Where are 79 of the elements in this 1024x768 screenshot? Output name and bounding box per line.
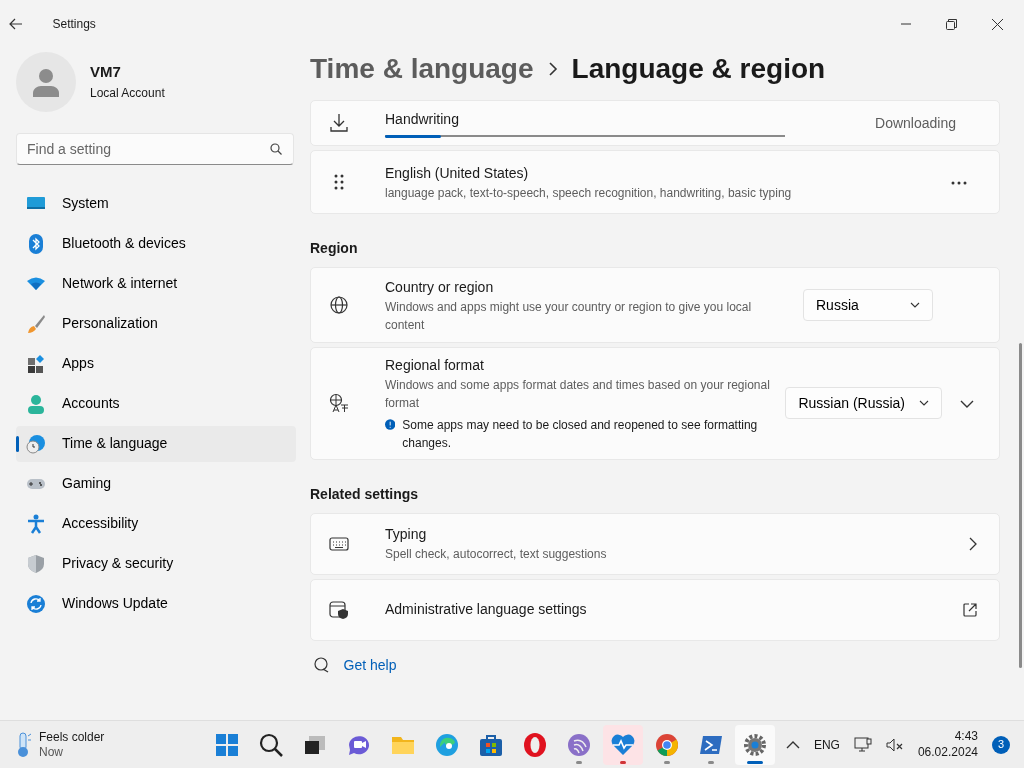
nav-item[interactable]: Accounts — [16, 385, 296, 422]
setting-title: Country or region — [385, 277, 495, 297]
caret-icon — [910, 302, 920, 308]
shield-icon — [26, 553, 46, 574]
search-icon — [270, 142, 282, 155]
more-icon — [950, 180, 967, 185]
network-icon[interactable] — [853, 736, 872, 753]
search-field[interactable]: Find a setting — [16, 132, 294, 165]
page-title: Language & region — [571, 52, 826, 86]
setting-link-card[interactable]: Administrative language settings — [310, 578, 1000, 641]
setting-link-card[interactable]: Typing Spell check, autocorrect, text suggestions — [310, 512, 1000, 575]
volume-muted-icon[interactable] — [885, 736, 904, 753]
torrent-icon — [566, 731, 592, 758]
close-icon — [992, 18, 1003, 30]
caret-icon — [919, 400, 929, 407]
nav-item[interactable]: Network & internet — [16, 265, 296, 302]
info-note: Some apps may need to be closed and reopened to see formatting changes. — [402, 416, 759, 452]
clock-time[interactable]: 4:43 — [917, 728, 978, 745]
nav-item[interactable]: Accessibility — [16, 505, 296, 542]
restore-icon — [946, 18, 957, 30]
chevron-icon — [959, 399, 974, 408]
setting-description: Windows and apps might use your country or region to give you local content — [385, 298, 753, 334]
bluetooth-icon — [26, 233, 46, 254]
download-icon — [329, 113, 349, 133]
external-link-icon — [963, 602, 977, 617]
window-title: Settings — [52, 16, 96, 33]
info-icon — [385, 418, 396, 430]
person-icon — [26, 393, 46, 414]
nav-item[interactable]: Privacy & security — [16, 545, 296, 582]
window-shield-icon — [329, 599, 349, 620]
breadcrumb-parent[interactable]: Time & language — [310, 48, 534, 90]
setting-title: Administrative language settings — [385, 600, 588, 619]
nav-item[interactable]: Gaming — [16, 465, 296, 502]
setting-title: Typing — [385, 525, 428, 544]
nav-item[interactable]: Time & language — [16, 425, 296, 462]
language-name: English (United States) — [385, 163, 530, 183]
language-feature-name: Handwriting — [385, 110, 460, 129]
section-heading: Related settings — [310, 484, 420, 504]
get-help-link[interactable]: Get help — [343, 654, 397, 676]
brush-icon — [26, 313, 46, 334]
nav-item[interactable]: Windows Update — [16, 585, 296, 622]
setting-title: Regional format — [385, 356, 485, 375]
settings-icon — [742, 731, 768, 758]
nav-item[interactable]: Personalization — [16, 305, 296, 342]
help-icon — [313, 657, 330, 673]
scrollbar[interactable] — [1019, 343, 1022, 668]
language-features: language pack, text-to-speech, speech recognition, handwriting, basic typing — [385, 184, 793, 202]
input-language[interactable]: ENG — [813, 735, 840, 754]
chrome-icon — [654, 731, 680, 758]
download-status: Downloading — [875, 113, 956, 133]
weather-title[interactable]: Feels colder — [39, 730, 105, 745]
section-heading: Region — [310, 239, 359, 258]
edge-icon — [434, 731, 460, 758]
globe-clock-icon — [26, 433, 46, 454]
chevron-icon — [547, 61, 558, 77]
language-format-icon — [329, 393, 349, 414]
apps-icon — [26, 353, 46, 374]
user-name: VM7 — [90, 62, 122, 83]
notification-count[interactable]: 3 — [992, 735, 1010, 754]
weather-subtitle[interactable]: Now — [39, 744, 105, 759]
windows-logo-icon — [214, 731, 240, 758]
chevron-right-icon — [969, 536, 977, 551]
setting-description: Spell check, autocorrect, text suggestions — [385, 546, 608, 563]
dropdown[interactable]: Russian (Russia) — [785, 387, 942, 420]
nav-item[interactable]: Bluetooth & devices — [16, 225, 296, 262]
nav-item[interactable]: System — [16, 185, 296, 222]
taskbar-button[interactable] — [735, 724, 775, 765]
opera-icon — [522, 731, 548, 758]
back-arrow-icon — [7, 16, 24, 32]
globe-icon — [329, 295, 349, 315]
search-icon — [258, 731, 284, 758]
chevron-up-icon[interactable] — [785, 740, 800, 749]
account-type: Local Account — [90, 84, 165, 102]
setting-description: Windows and some apps format dates and times based on your regional format — [385, 377, 771, 412]
clock-date[interactable]: 06.02.2024 — [917, 744, 978, 761]
accessibility-icon — [26, 513, 46, 534]
dropdown[interactable]: Russia — [803, 289, 933, 321]
update-icon — [26, 593, 46, 614]
nav-item[interactable]: Apps — [16, 345, 296, 382]
